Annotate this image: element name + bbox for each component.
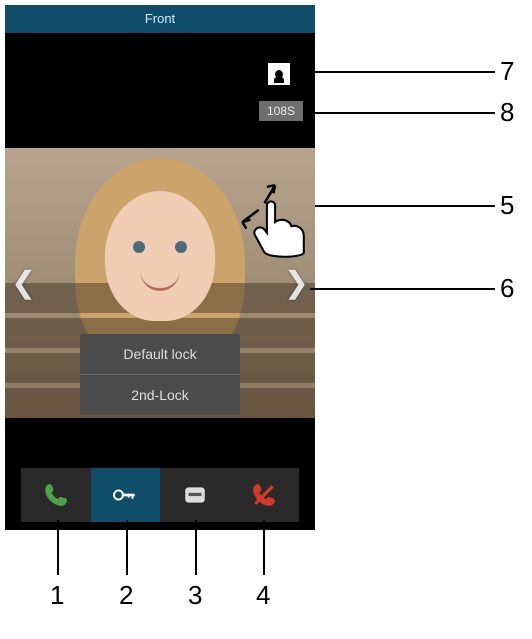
callout-number-4: 4 [256, 580, 270, 611]
info-icon[interactable] [268, 63, 290, 85]
callout-number-1: 1 [50, 580, 64, 611]
action-button-bar [21, 468, 299, 522]
hangup-button[interactable] [230, 468, 300, 522]
video-placeholder-face [105, 191, 215, 321]
callout-line [315, 205, 495, 207]
callout-number-2: 2 [119, 580, 133, 611]
title-bar: Front [5, 5, 315, 33]
callout-line [263, 520, 265, 575]
callout-line [300, 71, 495, 73]
call-button[interactable] [21, 468, 91, 522]
callout-line [126, 520, 128, 575]
callout-number-7: 7 [500, 56, 514, 87]
intercom-app-screen: Front 108S ❮ ❯ Default lock 2nd-Lock [5, 5, 315, 530]
callout-line [57, 520, 59, 575]
page-title: Front [145, 11, 175, 26]
callout-line [310, 288, 495, 290]
lock-option-label: 2nd-Lock [131, 387, 189, 403]
lock-option-default[interactable]: Default lock [80, 334, 240, 375]
unlock-button[interactable] [91, 468, 161, 522]
lock-option-second[interactable]: 2nd-Lock [80, 375, 240, 415]
actuator-button[interactable] [160, 468, 230, 522]
upper-black-area: 108S [5, 33, 315, 148]
callout-line [195, 520, 197, 575]
callout-number-6: 6 [500, 273, 514, 304]
next-arrow-icon[interactable]: ❯ [284, 266, 309, 301]
lock-option-label: Default lock [123, 346, 196, 362]
prev-arrow-icon[interactable]: ❮ [11, 266, 36, 301]
call-timer: 108S [259, 101, 303, 121]
callout-number-5: 5 [500, 190, 514, 221]
callout-number-8: 8 [500, 97, 514, 128]
callout-number-3: 3 [188, 580, 202, 611]
lock-selection-popup: Default lock 2nd-Lock [80, 334, 240, 415]
callout-line [305, 112, 495, 114]
pinch-gesture-icon [230, 173, 312, 263]
